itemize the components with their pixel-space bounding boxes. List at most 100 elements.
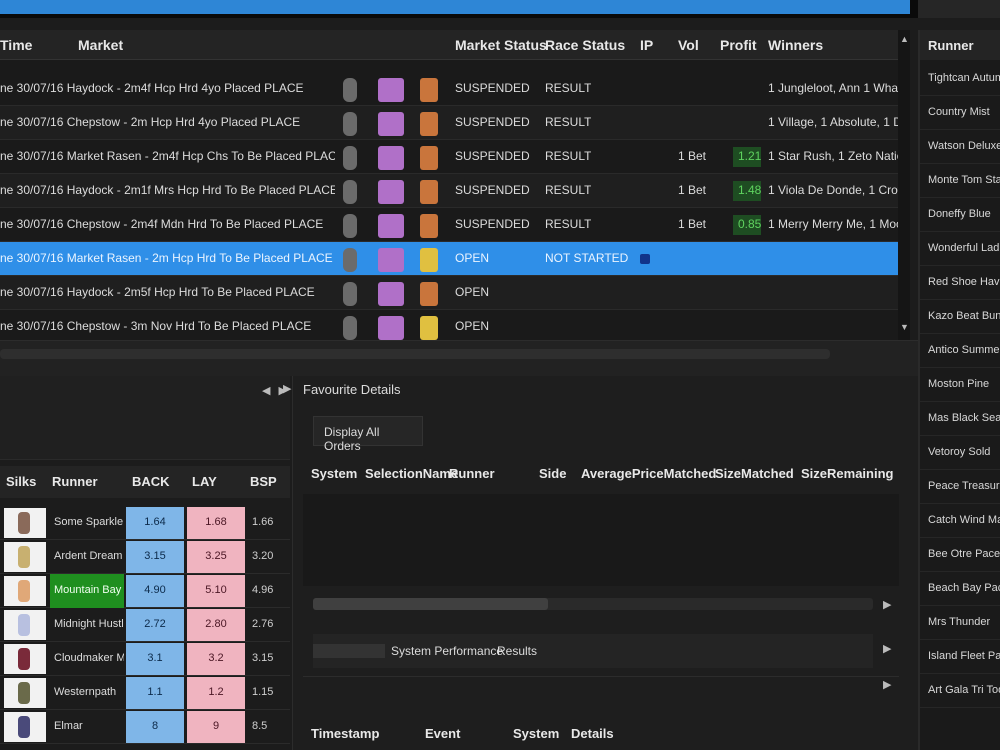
back-price-button[interactable]: 2.72 — [126, 609, 184, 641]
runner-list-item[interactable]: Vetoroy Sold — [920, 436, 1000, 470]
market-row[interactable]: ne 30/07/16 Market Rasen - 2m4f Hcp Chs … — [0, 140, 898, 174]
col-runner[interactable]: Runner — [928, 38, 974, 53]
status-icon — [343, 248, 357, 272]
col-side[interactable]: Side — [539, 466, 566, 481]
col-runner[interactable]: Runner — [449, 466, 495, 481]
silk-icon — [4, 712, 46, 742]
runner-list-item[interactable]: Mrs Thunder — [920, 606, 1000, 640]
lay-price-button[interactable]: 2.80 — [187, 609, 245, 641]
col-timestamp[interactable]: Timestamp — [311, 726, 379, 741]
runner-list-item[interactable]: Mas Black Sea — [920, 402, 1000, 436]
col-runner[interactable]: Runner — [52, 474, 98, 489]
vol: 1 Bet — [678, 217, 707, 231]
markets-scrollbar[interactable]: ▲ ▼ — [898, 30, 910, 340]
lay-price-button[interactable]: 5.10 — [187, 575, 245, 607]
place-market-icon — [378, 112, 404, 136]
col-time[interactable]: Time — [0, 37, 32, 53]
market-row[interactable]: ne 30/07/16 Haydock - 2m1f Mrs Hcp Hrd T… — [0, 174, 898, 208]
back-price-button[interactable]: 1.1 — [126, 677, 184, 709]
col-details[interactable]: Details — [571, 726, 614, 741]
runner-list-item[interactable]: Tightcan Autumn — [920, 62, 1000, 96]
col-ip[interactable]: IP — [640, 37, 653, 53]
scroll-right-icon[interactable]: ▶ — [883, 642, 891, 655]
runner-row[interactable]: Ardent Dream 3.15 3.25 3.20 — [0, 540, 290, 574]
market-row[interactable]: ne 30/07/16 Haydock - 2m4f Hcp Hrd 4yo P… — [0, 72, 898, 106]
orders-scrollbar[interactable] — [313, 598, 873, 610]
back-price-button[interactable]: 3.1 — [126, 643, 184, 675]
runner-list-item[interactable]: Catch Wind Ma — [920, 504, 1000, 538]
col-silks[interactable]: Silks — [6, 474, 36, 489]
runner-list-item[interactable]: Doneffy Blue — [920, 198, 1000, 232]
runner-name: Some Sparkle M — [54, 516, 124, 528]
col-vol[interactable]: Vol — [678, 37, 699, 53]
runner-list-item[interactable]: Monte Tom Star — [920, 164, 1000, 198]
lay-price-button[interactable]: 1.2 — [187, 677, 245, 709]
tab-results[interactable]: Results — [497, 644, 537, 658]
runner-name: Cloudmaker M — [54, 652, 124, 664]
display-all-orders-button[interactable]: Display All Orders — [313, 416, 423, 453]
horizontal-scrollbar[interactable] — [0, 349, 830, 359]
market-status: OPEN — [455, 251, 490, 265]
col-size-matched[interactable]: SizeMatched — [715, 466, 794, 481]
scroll-up-icon[interactable]: ▲ — [900, 34, 909, 44]
market-row-selected[interactable]: ne 30/07/16 Market Rasen - 2m Hcp Hrd To… — [0, 242, 898, 276]
runner-list-item[interactable]: Art Gala Tri Tod — [920, 674, 1000, 708]
runner-list-item[interactable]: Moston Pine — [920, 368, 1000, 402]
runner-row[interactable]: Some Sparkle M 1.64 1.68 1.66 — [0, 506, 290, 540]
runner-list-item[interactable]: Red Shoe Haven — [920, 266, 1000, 300]
back-price-button[interactable]: 1.64 — [126, 507, 184, 539]
lay-price-button[interactable]: 9 — [187, 711, 245, 743]
back-price-button[interactable]: 4.90 — [126, 575, 184, 607]
back-price-button[interactable]: 8 — [126, 711, 184, 743]
winners: 1 Star Rush, 1 Zeto Nations — [768, 149, 898, 163]
lay-price-button[interactable]: 3.2 — [187, 643, 245, 675]
col-back[interactable]: BACK — [132, 474, 170, 489]
col-selection-name[interactable]: SelectionName — [365, 466, 458, 481]
runner-list-item[interactable]: Beach Bay Pace — [920, 572, 1000, 606]
runner-list-item[interactable]: Island Fleet Pa — [920, 640, 1000, 674]
col-event[interactable]: Event — [425, 726, 460, 741]
runner-list-item[interactable]: Peace Treasure — [920, 470, 1000, 504]
silk-icon — [4, 576, 46, 606]
col-size-remaining[interactable]: SizeRemaining — [801, 466, 893, 481]
tab-bar-handle[interactable] — [313, 644, 385, 658]
market-row[interactable]: ne 30/07/16 Chepstow - 2m Hcp Hrd 4yo Pl… — [0, 106, 898, 140]
runner-row[interactable]: Cloudmaker M 3.1 3.2 3.15 — [0, 642, 290, 676]
runner-list-item[interactable]: Watson Deluxe — [920, 130, 1000, 164]
scroll-right-icon[interactable]: ▶ — [883, 598, 891, 611]
col-average-price-matched[interactable]: AveragePriceMatched — [581, 466, 716, 481]
scroll-down-icon[interactable]: ▼ — [900, 322, 909, 332]
market-row[interactable]: ne 30/07/16 Chepstow - 2m4f Mdn Hrd To B… — [0, 208, 898, 242]
runner-list-item[interactable]: Antico Summer — [920, 334, 1000, 368]
market-name: ne 30/07/16 Market Rasen - 2m4f Hcp Chs … — [0, 149, 335, 163]
col-system[interactable]: System — [513, 726, 559, 741]
bsp-value: 3.20 — [252, 550, 274, 562]
lay-price-button[interactable]: 3.25 — [187, 541, 245, 573]
scroll-right-icon[interactable]: ▶ — [883, 678, 891, 691]
runner-list-item[interactable]: Bee Otre Pace — [920, 538, 1000, 572]
col-market[interactable]: Market — [78, 37, 123, 53]
runner-row[interactable]: Westernpath 1.1 1.2 1.15 — [0, 676, 290, 710]
collapse-arrow-icon[interactable]: ▶ — [283, 382, 291, 395]
col-winners[interactable]: Winners — [768, 37, 823, 53]
lay-price-button[interactable]: 1.68 — [187, 507, 245, 539]
tab-favourite-details[interactable]: Favourite Details — [303, 382, 401, 397]
col-bsp[interactable]: BSP — [250, 474, 277, 489]
col-market-status[interactable]: Market Status — [455, 37, 547, 53]
col-race-status[interactable]: Race Status — [545, 37, 625, 53]
orders-scroll-thumb[interactable] — [313, 598, 549, 610]
market-row[interactable]: ne 30/07/16 Haydock - 2m5f Hcp Hrd To Be… — [0, 276, 898, 310]
col-lay[interactable]: LAY — [192, 474, 217, 489]
runner-row[interactable]: Elmar 8 9 8.5 — [0, 710, 290, 744]
runner-row[interactable]: Mountain Bay 4.90 5.10 4.96 — [0, 574, 290, 608]
runner-row[interactable]: Midnight Hustle 2.72 2.80 2.76 — [0, 608, 290, 642]
tab-system-performance[interactable]: System Performance — [391, 644, 503, 658]
col-profit[interactable]: Profit — [720, 37, 757, 53]
runner-list-item[interactable]: Kazo Beat Bundle — [920, 300, 1000, 334]
market-name: ne 30/07/16 Chepstow - 3m Nov Hrd To Be … — [0, 319, 312, 333]
col-system[interactable]: System — [311, 466, 357, 481]
runner-list-item[interactable]: Country Mist — [920, 96, 1000, 130]
market-row[interactable]: ne 30/07/16 Chepstow - 3m Nov Hrd To Be … — [0, 310, 898, 340]
runner-list-item[interactable]: Wonderful Lad — [920, 232, 1000, 266]
back-price-button[interactable]: 3.15 — [126, 541, 184, 573]
